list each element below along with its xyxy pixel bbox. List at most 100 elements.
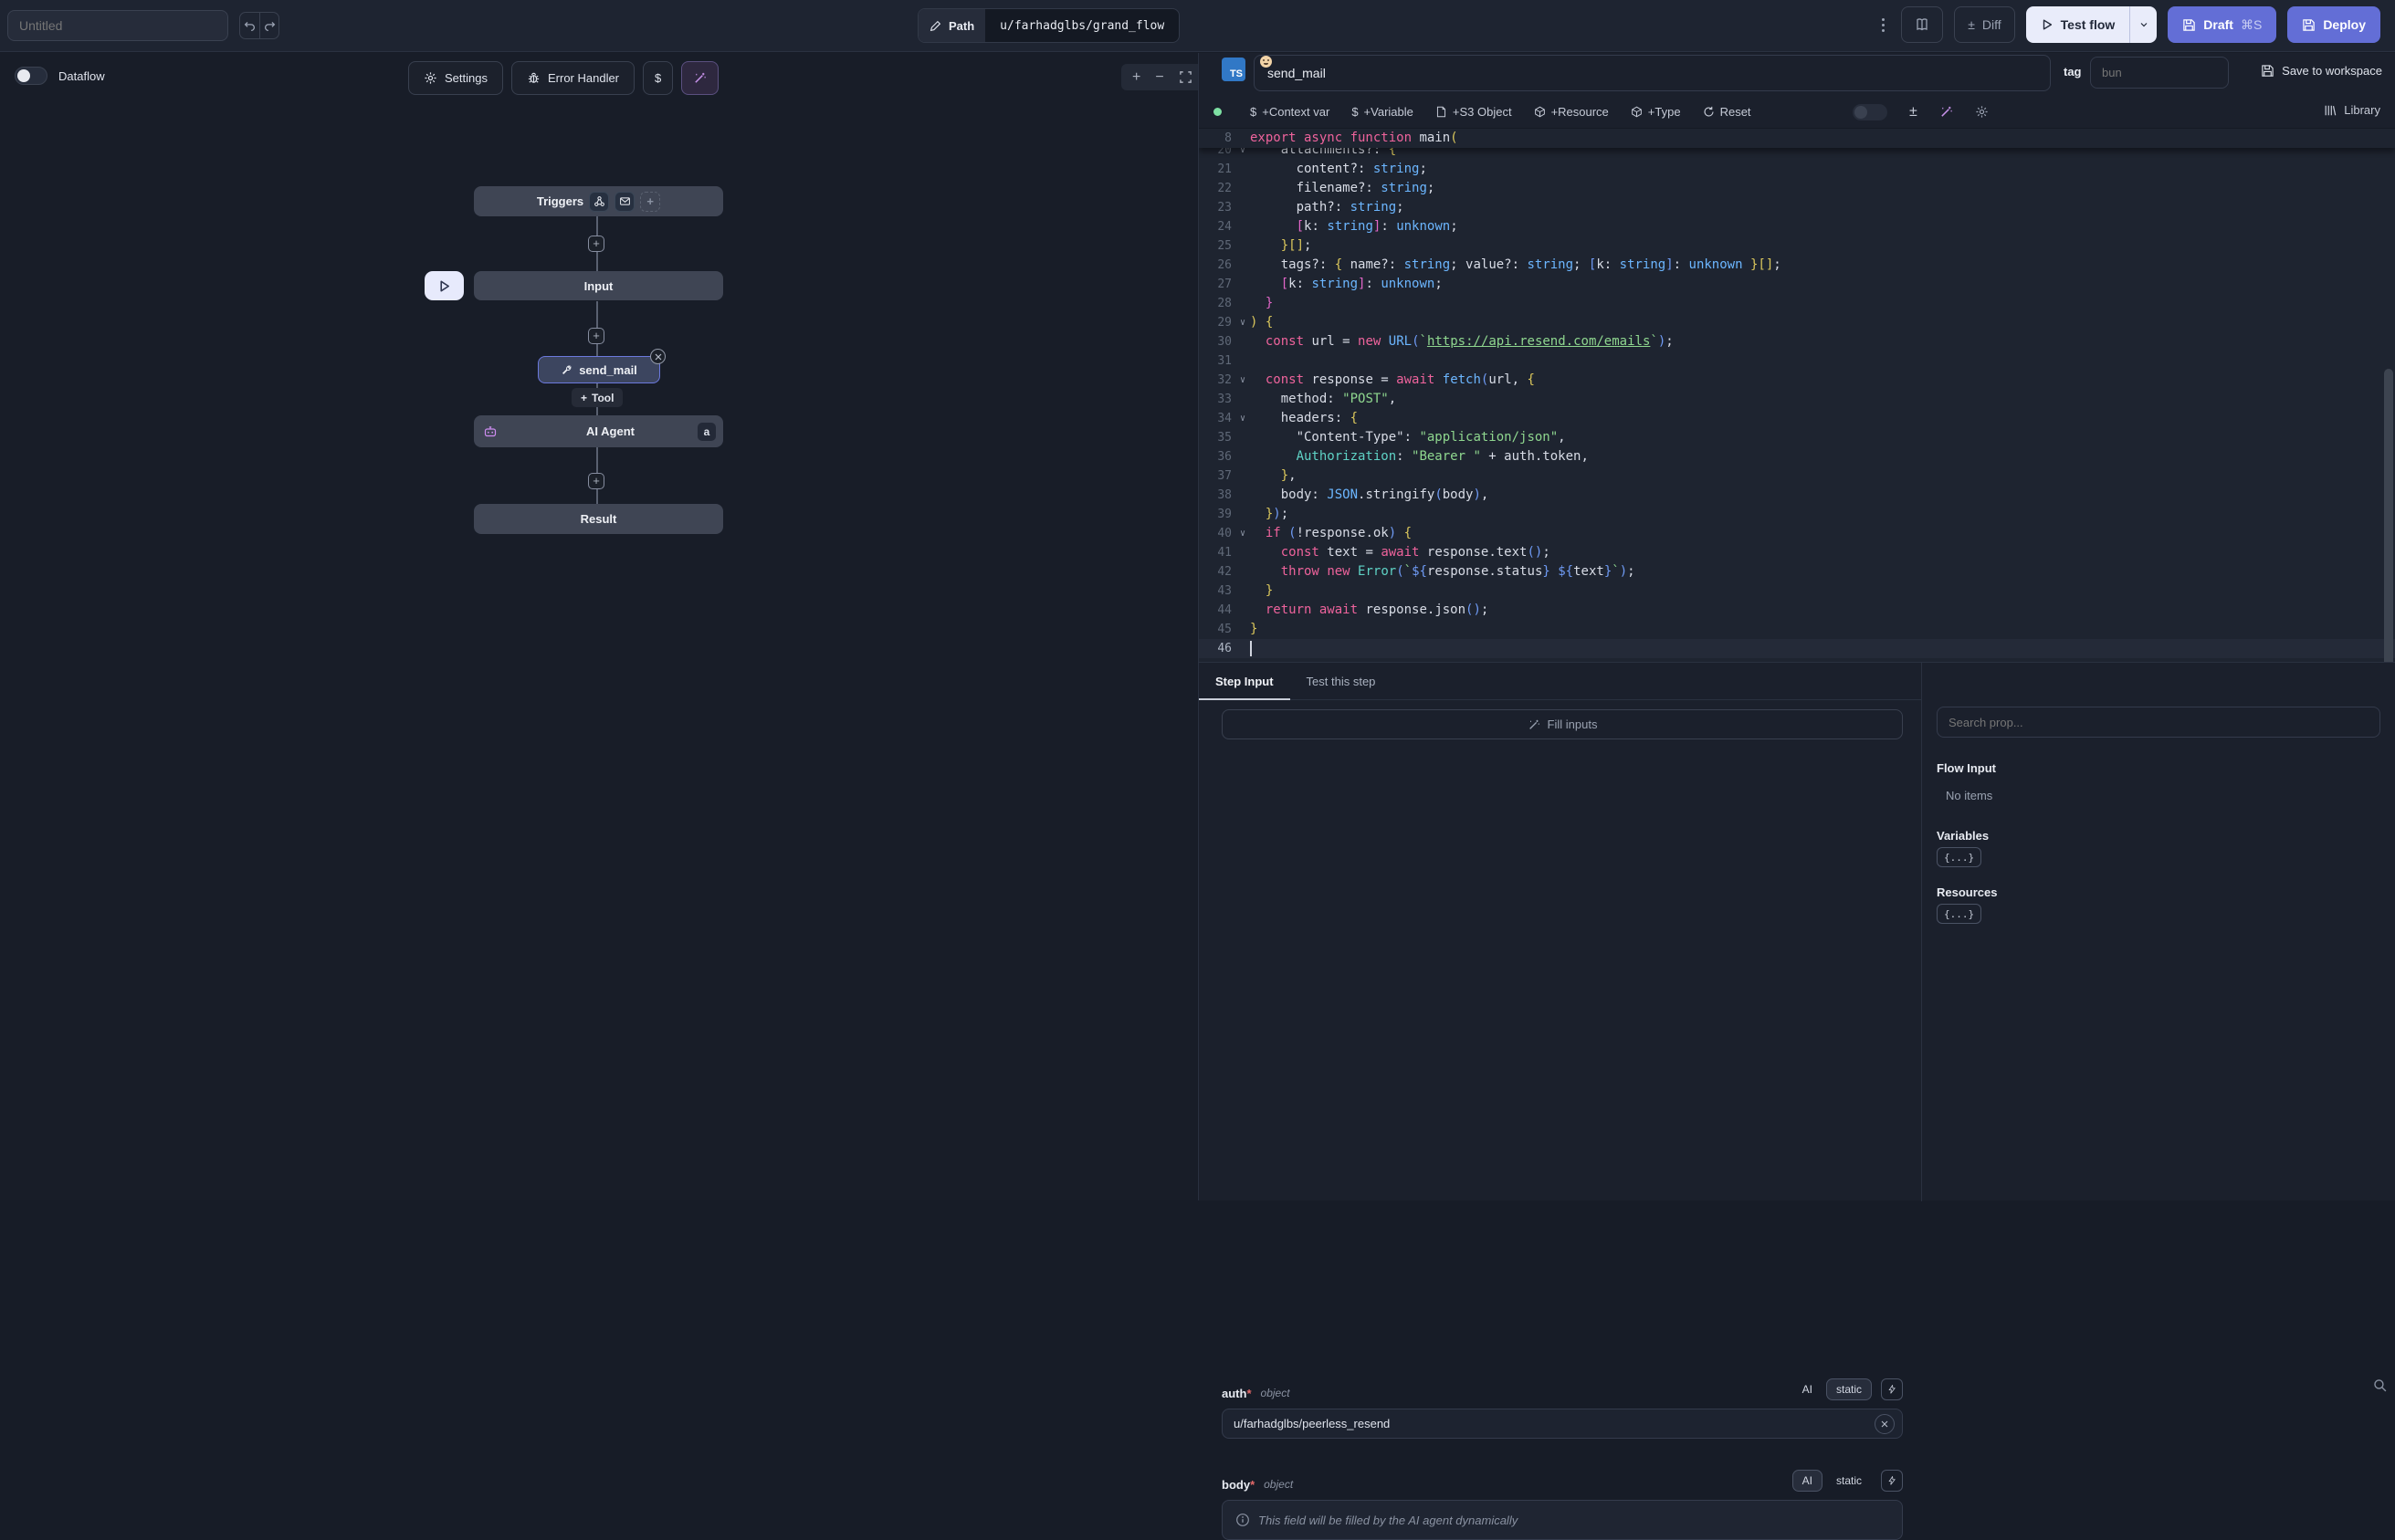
run-from-input-button[interactable]	[425, 271, 464, 300]
fill-inputs-button[interactable]: Fill inputs	[1222, 709, 1903, 739]
line-number[interactable]: 26	[1199, 256, 1235, 275]
code-line-23[interactable]: 23 path?: string;	[1199, 198, 2395, 217]
auth-resource-input[interactable]	[1223, 1417, 1875, 1430]
sticky-code-line[interactable]: 8export async function main(	[1199, 129, 2395, 148]
code-line-44[interactable]: 44 return await response.json();	[1199, 601, 2395, 620]
remove-send-mail-button[interactable]	[650, 349, 666, 364]
line-number[interactable]: 8	[1199, 129, 1235, 148]
node-send-mail[interactable]: send_mail	[538, 356, 660, 383]
docs-button[interactable]	[1901, 6, 1943, 43]
code-line-26[interactable]: 26 tags?: { name?: string; value?: strin…	[1199, 256, 2395, 275]
code-line-8[interactable]: 8export async function main(	[1199, 129, 2395, 148]
code-line-39[interactable]: 39 });	[1199, 505, 2395, 524]
workspace-variables-button[interactable]: $	[643, 61, 673, 95]
prop-search-input[interactable]	[1937, 707, 2380, 738]
line-number[interactable]: 44	[1199, 601, 1235, 620]
body-mode-ai[interactable]: AI	[1792, 1470, 1823, 1492]
code-line-46[interactable]: 46	[1199, 639, 2395, 658]
fold-chevron-icon[interactable]: ∨	[1235, 524, 1250, 543]
tab-step-input[interactable]: Step Input	[1199, 663, 1290, 699]
clear-auth-button[interactable]	[1875, 1414, 1895, 1434]
test-flow-dropdown[interactable]	[2129, 6, 2157, 43]
webhook-trigger-button[interactable]	[589, 192, 609, 212]
code-line-31[interactable]: 31	[1199, 351, 2395, 371]
node-result[interactable]: Result	[474, 504, 723, 534]
diff-button[interactable]: ± Diff	[1954, 6, 2014, 43]
code-line-28[interactable]: 28 }	[1199, 294, 2395, 313]
code-line-35[interactable]: 35 "Content-Type": "application/json",	[1199, 428, 2395, 447]
line-number[interactable]: 42	[1199, 562, 1235, 581]
code-line-45[interactable]: 45}	[1199, 620, 2395, 639]
fold-chevron-icon[interactable]: ∨	[1235, 313, 1250, 332]
draft-button[interactable]: Draft ⌘S	[2168, 6, 2276, 43]
line-number[interactable]: 28	[1199, 294, 1235, 313]
node-input[interactable]: Input	[474, 271, 723, 300]
zoom-out-button[interactable]: −	[1155, 71, 1163, 84]
resources-object-chip[interactable]: {...}	[1937, 904, 1981, 924]
path-field[interactable]: Path u/farhadglbs/grand_flow	[918, 8, 1180, 43]
code-line-32[interactable]: 32∨ const response = await fetch(url, {	[1199, 371, 2395, 390]
deploy-button[interactable]: Deploy	[2287, 6, 2380, 43]
add-tool-button[interactable]: + Tool	[572, 388, 623, 407]
line-number[interactable]: 45	[1199, 620, 1235, 639]
code-line-42[interactable]: 42 throw new Error(`${response.status} $…	[1199, 562, 2395, 581]
line-number[interactable]: 31	[1199, 351, 1235, 371]
line-number[interactable]: 22	[1199, 179, 1235, 198]
line-number[interactable]: 36	[1199, 447, 1235, 466]
dataflow-toggle[interactable]	[15, 67, 47, 85]
line-number[interactable]: 29	[1199, 313, 1235, 332]
diff-icon[interactable]: ±	[1909, 104, 1917, 120]
insert-step-below-input[interactable]: +	[588, 328, 604, 344]
fold-chevron-icon[interactable]: ∨	[1235, 371, 1250, 390]
code-line-38[interactable]: 38 body: JSON.stringify(body),	[1199, 486, 2395, 505]
error-handler-button[interactable]: Error Handler	[511, 61, 635, 95]
more-options-button[interactable]	[1876, 13, 1890, 37]
line-number[interactable]: 25	[1199, 236, 1235, 256]
line-number[interactable]: 38	[1199, 486, 1235, 505]
code-editor[interactable]: 20∨ attachments?: {21 content?: string;2…	[1199, 128, 2395, 662]
line-number[interactable]: 21	[1199, 160, 1235, 179]
library-button[interactable]: Library	[2324, 103, 2380, 117]
add-resource-button[interactable]: +Resource	[1534, 105, 1609, 119]
code-line-24[interactable]: 24 [k: string]: unknown;	[1199, 217, 2395, 236]
save-to-workspace-button[interactable]: Save to workspace	[2261, 64, 2382, 78]
auth-mode-ai[interactable]: AI	[1792, 1378, 1823, 1400]
editor-toggle[interactable]	[1853, 104, 1887, 120]
code-line-33[interactable]: 33 method: "POST",	[1199, 390, 2395, 409]
code-line-34[interactable]: 34∨ headers: {	[1199, 409, 2395, 428]
code-line-43[interactable]: 43 }	[1199, 581, 2395, 601]
redo-button[interactable]	[259, 13, 278, 38]
line-number[interactable]: 32	[1199, 371, 1235, 390]
code-line-27[interactable]: 27 [k: string]: unknown;	[1199, 275, 2395, 294]
line-number[interactable]: 27	[1199, 275, 1235, 294]
line-number[interactable]: 30	[1199, 332, 1235, 351]
tag-input[interactable]	[2090, 57, 2229, 89]
magic-wand-icon[interactable]	[1939, 105, 1953, 119]
add-s3-object-button[interactable]: +S3 Object	[1435, 105, 1512, 119]
floating-search-button[interactable]	[2372, 1378, 2388, 1393]
test-flow-button[interactable]: Test flow	[2026, 6, 2158, 43]
tab-test-this-step[interactable]: Test this step	[1290, 663, 1392, 699]
auth-mode-static[interactable]: static	[1826, 1378, 1872, 1400]
body-expression-button[interactable]	[1881, 1470, 1903, 1492]
flow-canvas[interactable]: Dataflow Settings Error Handler $ + − Tr…	[0, 53, 1197, 1200]
step-name-input[interactable]	[1254, 55, 2051, 91]
line-number[interactable]: 37	[1199, 466, 1235, 486]
node-ai-agent[interactable]: AI Agent a	[474, 415, 723, 447]
code-line-41[interactable]: 41 const text = await response.text();	[1199, 543, 2395, 562]
body-mode-static[interactable]: static	[1826, 1470, 1872, 1492]
code-line-29[interactable]: 29∨) {	[1199, 313, 2395, 332]
add-variable-button[interactable]: $+Variable	[1351, 105, 1413, 119]
code-line-36[interactable]: 36 Authorization: "Bearer " + auth.token…	[1199, 447, 2395, 466]
line-number[interactable]: 35	[1199, 428, 1235, 447]
code-line-40[interactable]: 40∨ if (!response.ok) {	[1199, 524, 2395, 543]
fold-chevron-icon[interactable]: ∨	[1235, 409, 1250, 428]
flow-summary-input[interactable]	[7, 10, 228, 41]
ai-assistant-button[interactable]	[681, 61, 719, 95]
line-number[interactable]: 33	[1199, 390, 1235, 409]
settings-button[interactable]: Settings	[408, 61, 503, 95]
add-trigger-button[interactable]: +	[640, 192, 660, 212]
line-number[interactable]: 24	[1199, 217, 1235, 236]
line-number[interactable]: 46	[1199, 639, 1235, 658]
code-line-25[interactable]: 25 }[];	[1199, 236, 2395, 256]
